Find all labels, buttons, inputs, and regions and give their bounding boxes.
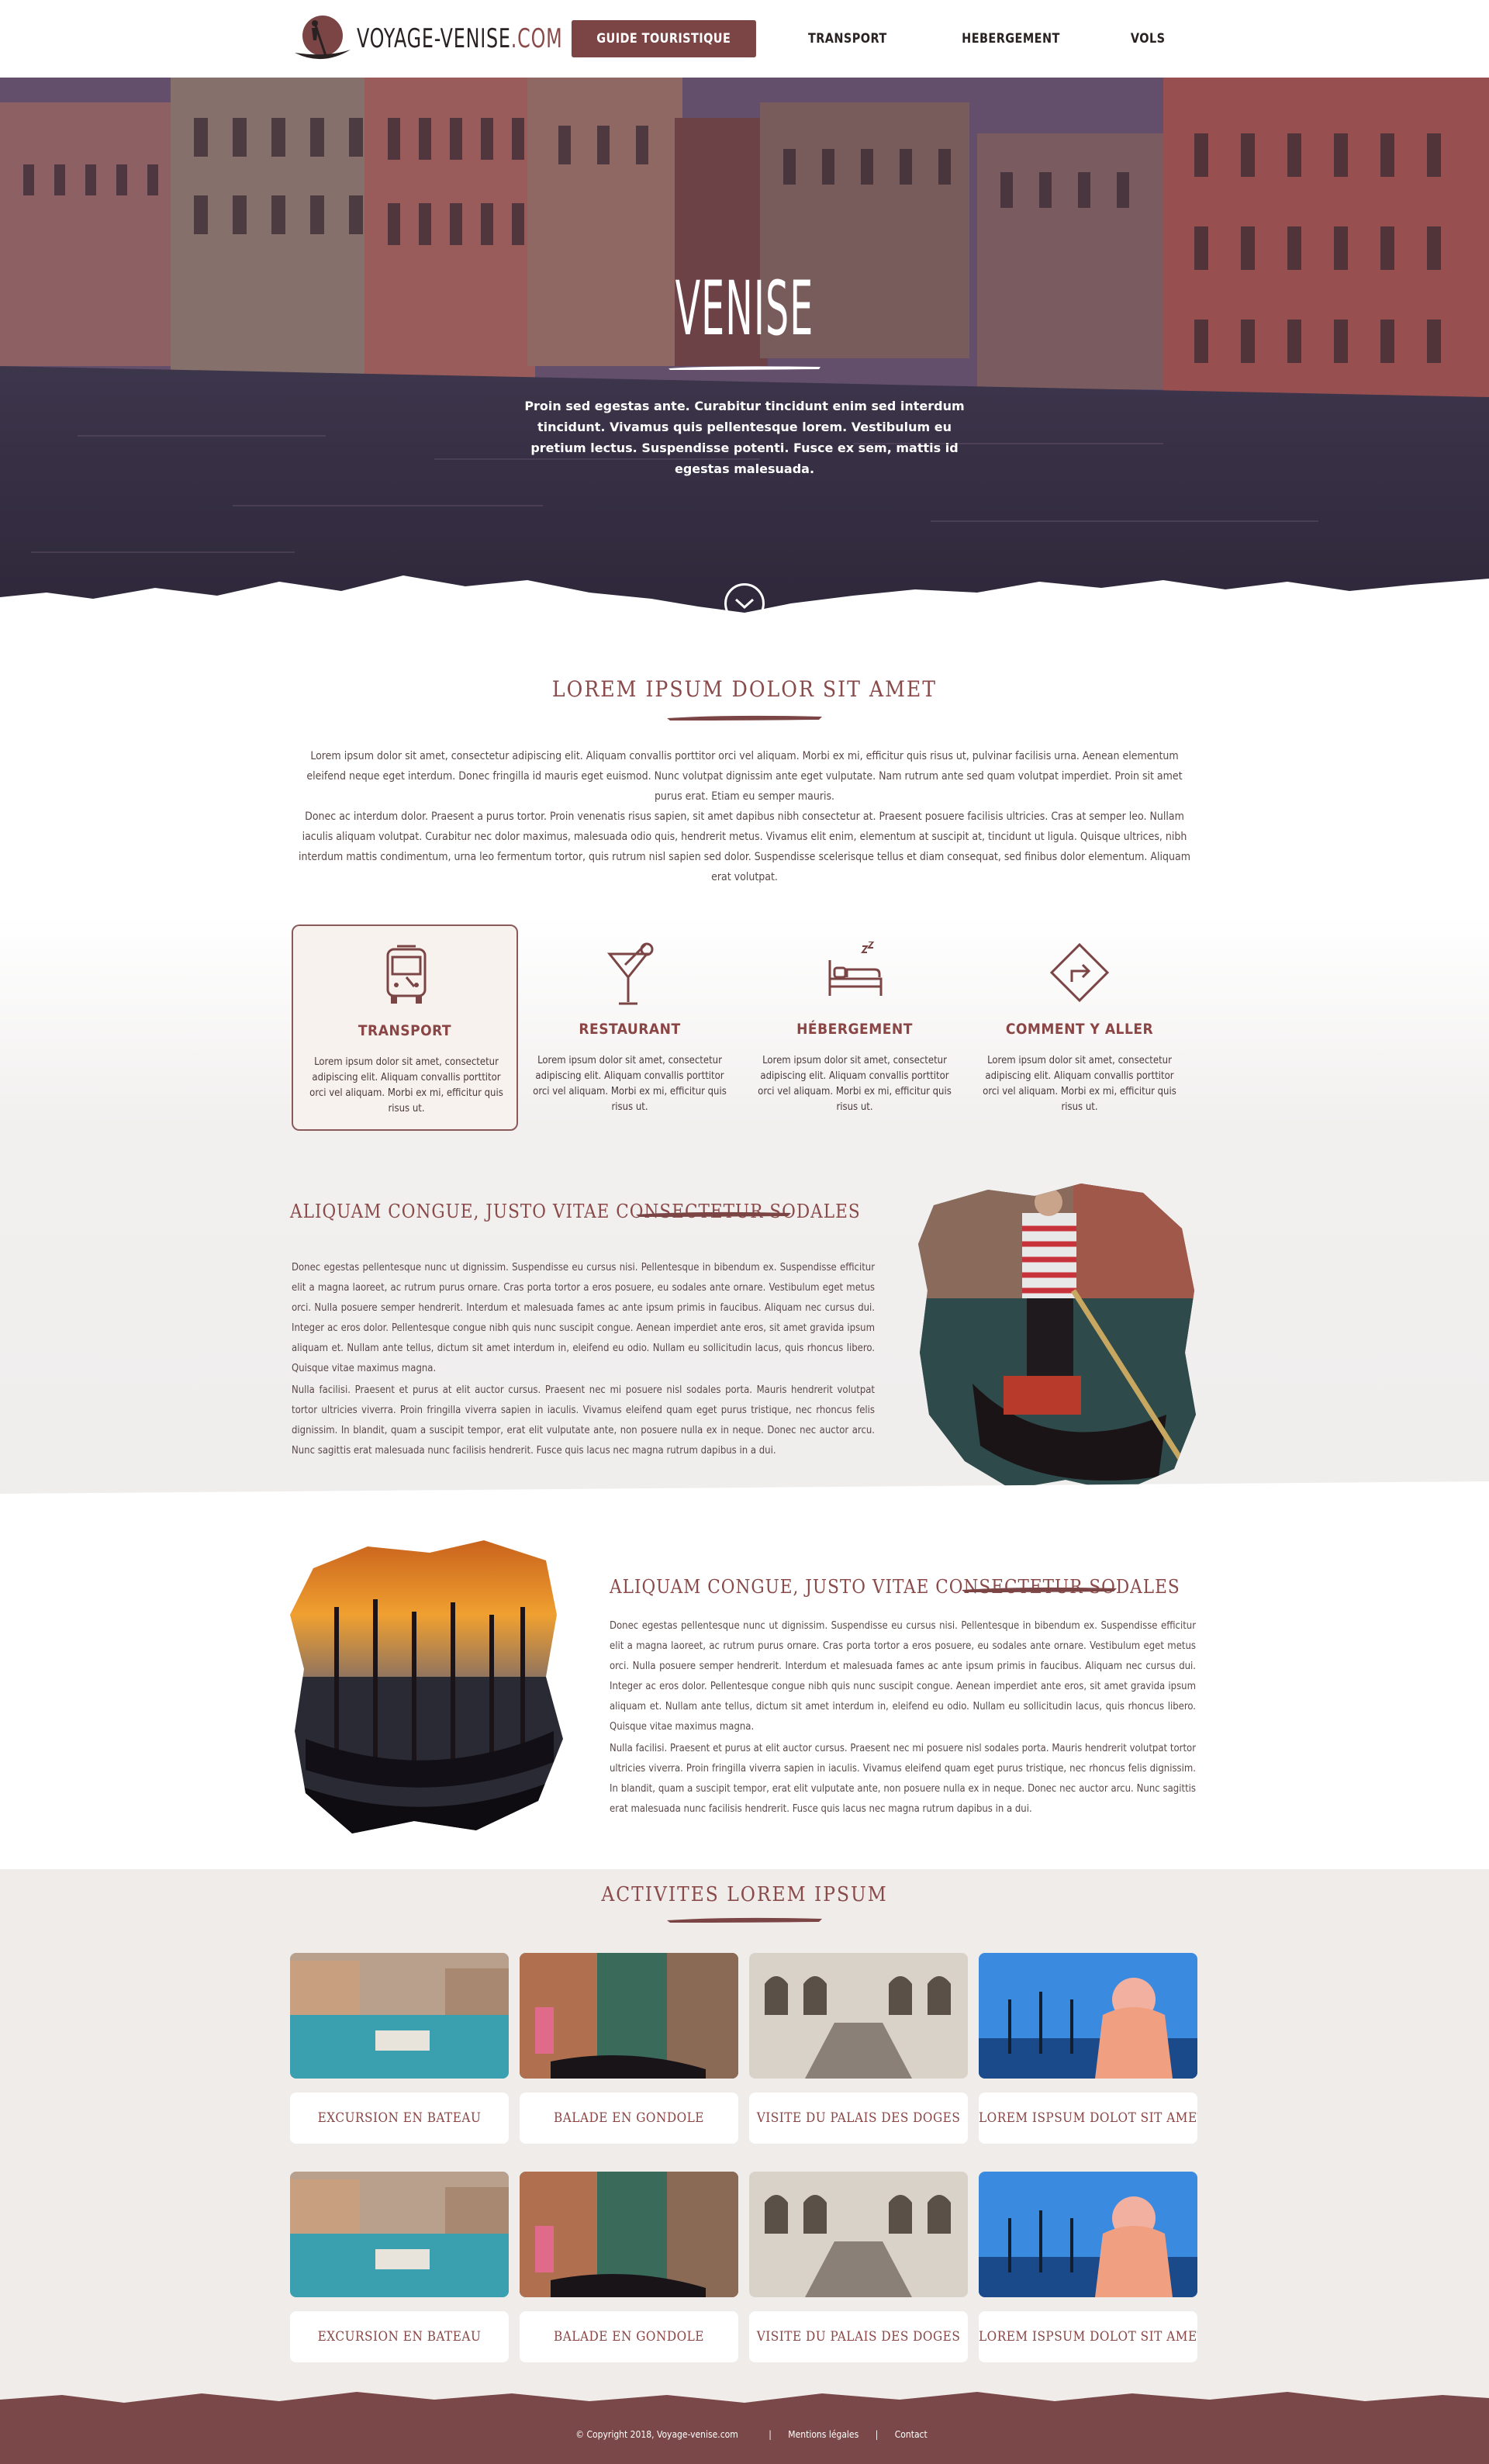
activity-label[interactable]: Excursion en bateau	[290, 2092, 509, 2144]
activity-image-excursion[interactable]	[290, 2172, 509, 2297]
service-text: Lorem ipsum dolor sit amet, consectetur …	[309, 1056, 503, 1115]
activity-label[interactable]: Excursion en bateau	[290, 2311, 509, 2362]
hero-banner: VENISE Proin sed egestas ante. Curabitur…	[0, 71, 1489, 638]
hero-title: VENISE	[675, 265, 814, 352]
activity-image-carnival[interactable]	[979, 2172, 1197, 2297]
service-title: HÉBERGEMENT	[796, 1021, 913, 1038]
gondolier-photo	[918, 1184, 1196, 1492]
service-text: Lorem ipsum dolor sit amet, consectetur …	[758, 1055, 952, 1113]
service-text: Lorem ipsum dolor sit amet, consectetur …	[983, 1055, 1176, 1113]
bus-icon	[386, 945, 427, 1004]
feature-1-paragraph-1: Donec egestas pellentesque nunc ut digni…	[292, 1262, 875, 1374]
hero-subtitle: Proin sed egestas ante. Curabitur tincid…	[524, 399, 965, 476]
activity-label[interactable]: Balade en gondole	[520, 2092, 738, 2144]
nav-hebergement[interactable]: HEBERGEMENT	[937, 20, 1085, 57]
nav-vols[interactable]: VOLS	[1105, 20, 1190, 57]
footer-copyright: © Copyright 2018, Voyage-venise.com	[575, 2429, 738, 2440]
activity-image-gondole[interactable]	[520, 1953, 738, 2079]
service-card-transport[interactable]: TRANSPORT Lorem ipsum dolor sit amet, co…	[292, 924, 518, 1131]
feature-1-paragraph-2: Nulla facilisi. Praesent et purus at eli…	[292, 1384, 875, 1457]
activity-image-gondole[interactable]	[520, 2172, 738, 2297]
scroll-down-button[interactable]	[724, 583, 765, 624]
brush-underline	[667, 1917, 822, 1923]
nav-guide-touristique[interactable]: GUIDE TOURISTIQUE	[571, 20, 756, 57]
brush-underline	[667, 715, 822, 721]
service-text: Lorem ipsum dolor sit amet, consectetur …	[533, 1055, 727, 1113]
site-footer: © Copyright 2018, Voyage-venise.com | Me…	[0, 2389, 1489, 2464]
nav-transport[interactable]: TRANSPORT	[783, 20, 912, 57]
chevron-down-icon	[734, 598, 755, 610]
site-header: VOYAGE-VENISE.COM GUIDE TOURISTIQUE TRAN…	[0, 0, 1489, 78]
service-card-hebergement[interactable]: HÉBERGEMENT Lorem ipsum dolor sit amet, …	[741, 924, 968, 1131]
intro-paragraph-2: Donec ac interdum dolor. Praesent a puru…	[298, 810, 1191, 883]
service-card-restaurant[interactable]: RESTAURANT Lorem ipsum dolor sit amet, c…	[516, 924, 743, 1131]
activity-label[interactable]: Lorem ispsum dolot sit amet	[979, 2092, 1197, 2144]
activity-image-palais[interactable]	[749, 1953, 968, 2079]
footer-separator: |	[875, 2429, 879, 2440]
intro-paragraph-1: Lorem ipsum dolor sit amet, consectetur …	[306, 750, 1183, 803]
hero-brush-stroke	[668, 366, 821, 370]
directions-icon	[1049, 942, 1110, 1003]
intro-title: Lorem ipsum dolor sit amet	[551, 676, 938, 702]
service-title: COMMENT Y ALLER	[1005, 1021, 1154, 1038]
logo-wordmark: VOYAGE-VENISE.COM	[357, 23, 563, 54]
footer-contact-link[interactable]: Contact	[895, 2429, 928, 2440]
main-nav: GUIDE TOURISTIQUE TRANSPORT HEBERGEMENT …	[555, 20, 1198, 57]
activity-image-carnival[interactable]	[979, 1953, 1197, 2079]
activity-label[interactable]: Visite du palais des doges	[749, 2311, 968, 2362]
gondolas-sunset-photo	[290, 1540, 563, 1833]
activity-image-excursion[interactable]	[290, 1953, 509, 2079]
feature-2-paragraph-1: Donec egestas pellentesque nunc ut digni…	[610, 1620, 1196, 1733]
activities-title: Activites lorem ipsum	[601, 1883, 888, 1906]
bed-icon	[828, 942, 883, 996]
brush-underline	[636, 1211, 791, 1217]
service-card-comment-y-aller[interactable]: COMMENT Y ALLER Lorem ipsum dolor sit am…	[966, 924, 1193, 1131]
activity-label[interactable]: Lorem ispsum dolot sit amet	[979, 2311, 1197, 2362]
activities-section	[0, 1869, 1489, 2412]
cocktail-icon	[606, 942, 654, 1005]
service-title: TRANSPORT	[358, 1022, 452, 1039]
feature-2-paragraph-2: Nulla facilisi. Praesent et purus at eli…	[610, 1743, 1196, 1815]
service-title: RESTAURANT	[579, 1021, 681, 1038]
activity-image-palais[interactable]	[749, 2172, 968, 2297]
gondola-logo-icon	[292, 9, 354, 68]
brush-underline	[962, 1587, 1117, 1592]
footer-separator: |	[769, 2429, 772, 2440]
activity-label[interactable]: Balade en gondole	[520, 2311, 738, 2362]
footer-links: © Copyright 2018, Voyage-venise.com | Me…	[0, 2429, 1489, 2440]
activity-label[interactable]: Visite du palais des doges	[749, 2092, 968, 2144]
footer-legal-link[interactable]: Mentions légales	[788, 2429, 859, 2440]
